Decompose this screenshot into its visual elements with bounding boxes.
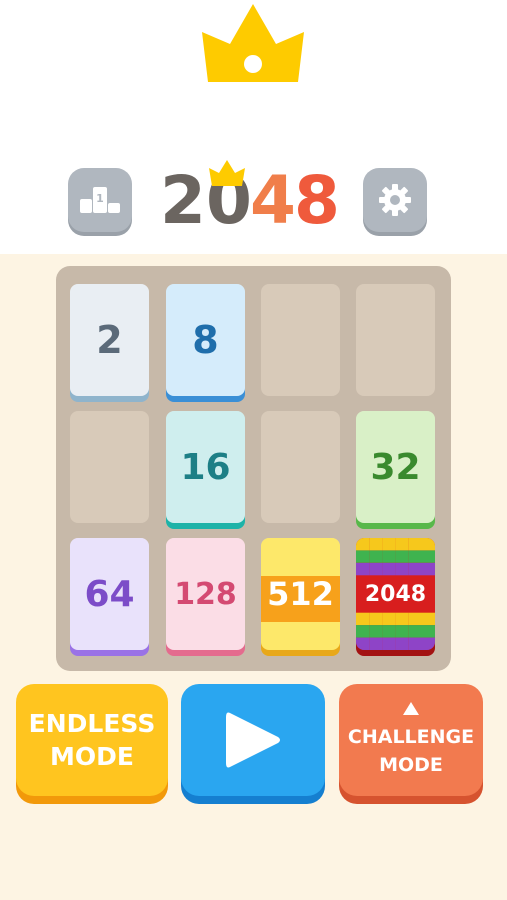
logo-digit: 8 bbox=[294, 162, 340, 239]
leaderboard-button[interactable]: 1 bbox=[68, 168, 132, 232]
tile-value: 128 bbox=[174, 576, 237, 612]
board-cell bbox=[261, 411, 340, 523]
tile-2: 2 bbox=[70, 284, 149, 396]
challenge-mode-button[interactable]: CHALLENGE MODE bbox=[339, 684, 483, 796]
endless-mode-label: MODE bbox=[50, 742, 134, 771]
play-button[interactable] bbox=[181, 684, 325, 796]
board-cell bbox=[70, 411, 149, 523]
logo-digit: 2 bbox=[160, 162, 206, 239]
small-crown-icon bbox=[209, 160, 245, 186]
game-board: 2 8 16 32 64 128 512 2048 bbox=[56, 266, 451, 671]
challenge-mode-label: CHALLENGE bbox=[347, 725, 475, 748]
tile-32: 32 bbox=[356, 411, 435, 523]
gear-icon bbox=[379, 184, 411, 216]
tile-value: 2048 bbox=[364, 581, 427, 607]
logo-digit: 4 bbox=[250, 162, 296, 239]
endless-mode-button[interactable]: ENDLESS MODE bbox=[16, 684, 168, 796]
tile-value: 8 bbox=[192, 318, 219, 362]
game-logo: 2 0 4 8 bbox=[160, 160, 346, 242]
tile-value: 64 bbox=[84, 573, 135, 615]
tile-2048: 2048 bbox=[356, 538, 435, 650]
tile-512: 512 bbox=[261, 538, 340, 650]
challenge-mode-label: MODE bbox=[379, 753, 443, 776]
podium-icon: 1 bbox=[80, 187, 120, 213]
tile-value: 512 bbox=[267, 575, 334, 613]
tile-8: 8 bbox=[166, 284, 245, 396]
tile-value: 16 bbox=[180, 446, 231, 488]
tile-value: 32 bbox=[370, 446, 421, 488]
crown-icon bbox=[202, 4, 304, 82]
header-area: 1 2 0 4 8 bbox=[0, 0, 507, 254]
board-cell bbox=[356, 284, 435, 396]
endless-mode-label: ENDLESS bbox=[28, 709, 156, 738]
tile-16: 16 bbox=[166, 411, 245, 523]
svg-text:1: 1 bbox=[96, 192, 104, 205]
tile-128: 128 bbox=[166, 538, 245, 650]
play-icon bbox=[226, 712, 280, 768]
tile-value: 2 bbox=[96, 318, 123, 362]
triangle-up-icon bbox=[403, 701, 419, 715]
board-cell bbox=[261, 284, 340, 396]
tile-64: 64 bbox=[70, 538, 149, 650]
settings-button[interactable] bbox=[363, 168, 427, 232]
